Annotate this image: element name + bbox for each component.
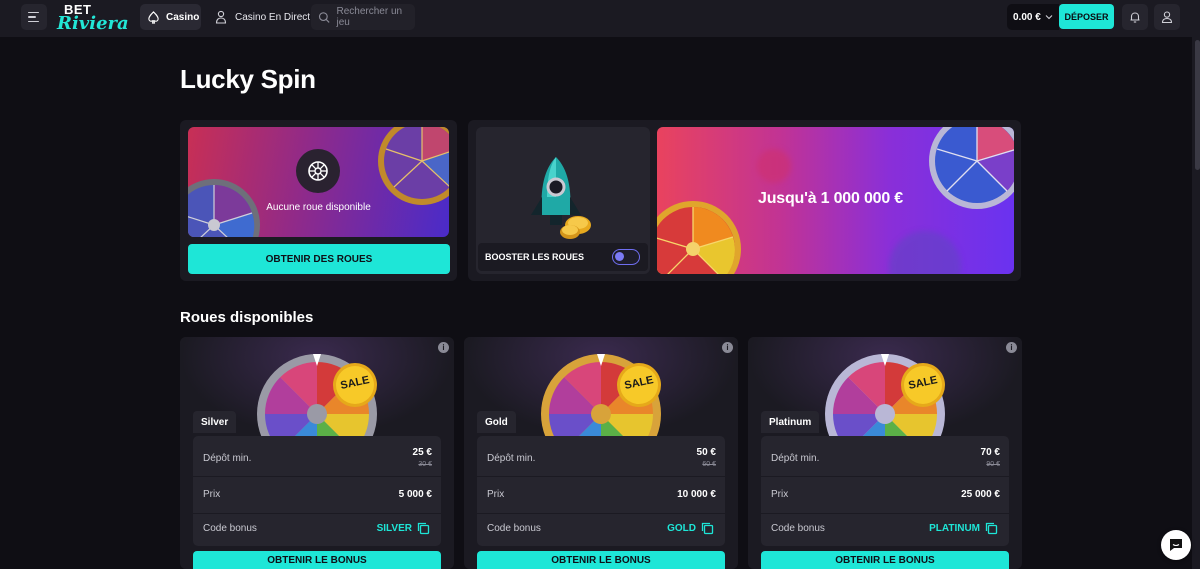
price-label: Prix — [771, 489, 789, 500]
section-title: Roues disponibles — [180, 309, 314, 326]
min-deposit-label: Dépôt min. — [203, 453, 252, 464]
wheel-icon — [296, 149, 340, 193]
nav-live-casino[interactable]: Casino En Direct — [214, 4, 310, 30]
scrollbar-thumb[interactable] — [1195, 40, 1200, 170]
bonus-code-label: Code bonus — [203, 523, 257, 534]
get-bonus-button[interactable]: OBTENIR LE BONUS — [761, 551, 1009, 569]
search-placeholder: Rechercher un jeu — [336, 6, 403, 28]
info-icon[interactable]: i — [1006, 342, 1017, 353]
logo[interactable]: BET Riviera — [56, 2, 129, 34]
balance-value: 0.00 € — [1013, 11, 1041, 23]
promo-blur-chip — [757, 149, 791, 183]
tier-label: Platinum — [761, 411, 820, 433]
price-value: 5 000 € — [398, 489, 432, 500]
min-deposit-value: 25 € — [412, 447, 432, 458]
booster-label: BOOSTER LES ROUES — [485, 252, 585, 262]
bonus-code: SILVER — [376, 523, 412, 534]
chat-icon — [1170, 539, 1182, 551]
divider — [193, 476, 441, 477]
nav-casino-label: Casino — [166, 11, 200, 23]
price-value: 25 000 € — [961, 489, 1000, 500]
min-deposit-value: 50 € — [696, 447, 716, 458]
deposit-button[interactable]: DÉPOSER — [1059, 4, 1114, 29]
dealer-icon — [215, 10, 227, 24]
booster-toggle[interactable] — [612, 249, 640, 265]
divider — [477, 476, 725, 477]
balance-dropdown[interactable]: 0.00 € — [1007, 4, 1059, 30]
get-wheels-button[interactable]: OBTENIR DES ROUES — [188, 244, 450, 274]
min-deposit-old: 60 € — [702, 461, 716, 468]
decorative-wheel — [657, 201, 741, 274]
chevron-down-icon — [1045, 15, 1053, 20]
bonus-code-label: Code bonus — [771, 523, 825, 534]
page-title: Lucky Spin — [180, 64, 316, 94]
tier-label: Silver — [193, 411, 237, 433]
min-deposit-value: 70 € — [980, 447, 1000, 458]
bonus-code-label: Code bonus — [487, 523, 541, 534]
get-bonus-button[interactable]: OBTENIR LE BONUS — [193, 551, 441, 569]
get-bonus-button[interactable]: OBTENIR LE BONUS — [477, 551, 725, 569]
chat-button[interactable] — [1161, 530, 1191, 560]
info-icon[interactable]: i — [438, 342, 449, 353]
min-deposit-old: 30 € — [418, 461, 432, 468]
price-label: Prix — [487, 489, 505, 500]
min-deposit-old: 90 € — [986, 461, 1000, 468]
bonus-code: GOLD — [667, 523, 696, 534]
search-icon — [318, 11, 330, 23]
min-deposit-label: Dépôt min. — [487, 453, 536, 464]
nav-live-label: Casino En Direct — [235, 11, 311, 23]
divider — [761, 476, 1009, 477]
user-icon — [1161, 11, 1173, 24]
logo-riviera: Riviera — [57, 13, 129, 34]
decorative-wheel — [378, 127, 449, 205]
price-value: 10 000 € — [677, 489, 716, 500]
profile-button[interactable] — [1154, 4, 1180, 30]
tier-label: Gold — [477, 411, 516, 433]
search-input[interactable]: Rechercher un jeu — [311, 4, 415, 30]
decorative-wheel — [929, 127, 1014, 209]
spade-icon — [148, 10, 159, 24]
min-deposit-label: Dépôt min. — [771, 453, 820, 464]
promo-text: Jusqu'à 1 000 000 € — [758, 190, 903, 207]
notifications-button[interactable] — [1122, 4, 1148, 30]
nav-casino[interactable]: Casino — [140, 4, 201, 30]
divider — [477, 513, 725, 514]
bell-icon — [1130, 12, 1140, 23]
no-wheel-status: Aucune roue disponible — [266, 202, 371, 213]
promo-blur-wheel — [889, 231, 961, 274]
menu-icon[interactable] — [21, 4, 47, 30]
divider — [193, 513, 441, 514]
rocket-icon — [531, 157, 591, 239]
info-icon[interactable]: i — [722, 342, 733, 353]
copy-icon[interactable] — [417, 522, 430, 535]
price-label: Prix — [203, 489, 221, 500]
divider — [761, 513, 1009, 514]
bonus-code: PLATINUM — [929, 523, 980, 534]
copy-icon[interactable] — [985, 522, 998, 535]
copy-icon[interactable] — [701, 522, 714, 535]
